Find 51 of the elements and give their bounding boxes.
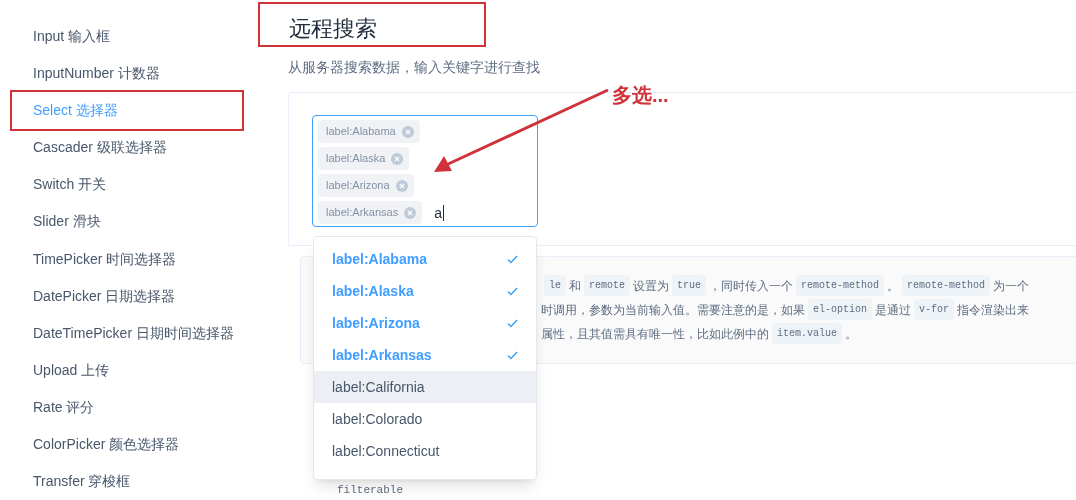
description-text: 时调用，参数为当前输入值。需要注意的是，如果 <box>541 302 805 319</box>
check-icon <box>507 286 518 296</box>
sidebar-item[interactable]: Transfer 穿梭框 <box>12 462 242 500</box>
description-text: 属性，且其值需具有唯一性，比如此例中的 <box>541 326 769 343</box>
description-text: 和 <box>569 278 581 295</box>
sidebar-item[interactable]: Rate 评分 <box>12 388 242 426</box>
close-icon[interactable] <box>404 206 417 219</box>
check-icon <box>507 350 518 360</box>
sidebar-item[interactable]: TimePicker 时间选择器 <box>12 240 242 278</box>
close-icon[interactable] <box>401 125 414 138</box>
code-snippet: v-for <box>914 299 955 321</box>
sidebar-item[interactable]: DatePicker 日期选择器 <box>12 277 242 315</box>
code-snippet: remote-method <box>902 275 991 297</box>
section-subtitle: 从服务器搜索数据，输入关键字进行查找 <box>288 58 541 77</box>
section-title: 远程搜索 <box>258 2 486 47</box>
description-text: 。 <box>887 278 900 295</box>
description-text: 为一个 <box>993 278 1030 295</box>
code-snippet: true <box>672 275 707 297</box>
description-text: 指令渲染出来 <box>957 302 1030 319</box>
code-snippet: filterable <box>337 484 403 496</box>
description-text: 是通过 <box>875 302 911 319</box>
sidebar-item[interactable]: Cascader 级联选择器 <box>12 129 242 167</box>
check-icon <box>507 254 518 264</box>
sidebar-item[interactable]: Input 输入框 <box>12 18 242 56</box>
sidebar-item[interactable]: Switch 开关 <box>12 166 242 204</box>
dropdown-option[interactable]: label:California <box>314 371 536 403</box>
sidebar-item[interactable]: ColorPicker 颜色选择器 <box>12 425 242 463</box>
tag: label:Alabama <box>318 120 420 143</box>
tag: label:Alaska <box>318 147 410 170</box>
sidebar-item[interactable]: InputNumber 计数器 <box>12 55 242 93</box>
code-snippet: el-option <box>808 299 872 321</box>
sidebar-item[interactable]: Slider 滑块 <box>12 203 242 241</box>
code-snippet: remote <box>584 275 631 297</box>
close-icon[interactable] <box>391 152 404 165</box>
tag: label:Arkansas <box>318 201 423 224</box>
tag: label:Arizona <box>318 174 414 197</box>
code-snippet: item.value <box>772 323 842 345</box>
annotation-label: 多选... <box>612 83 669 108</box>
description-text: 。 <box>845 326 857 343</box>
multi-select-field[interactable]: label:Alabama label:Alaska label:Arizona label:Arkansas a <box>312 115 538 227</box>
check-icon <box>507 318 518 328</box>
code-snippet: remote-method <box>796 275 885 297</box>
description-text: 设置为 <box>633 278 670 295</box>
search-input[interactable]: a <box>434 204 444 221</box>
dropdown-option[interactable]: label:Colorado <box>314 403 536 435</box>
close-icon[interactable] <box>395 179 408 192</box>
description-text: ，同时传入一个 <box>709 278 794 295</box>
dropdown-option[interactable]: label:Connecticut <box>314 435 536 467</box>
code-snippet: le <box>544 275 566 297</box>
sidebar-item[interactable]: Upload 上传 <box>12 351 242 389</box>
sidebar-item[interactable]: DateTimePicker 日期时间选择器 <box>12 314 242 352</box>
